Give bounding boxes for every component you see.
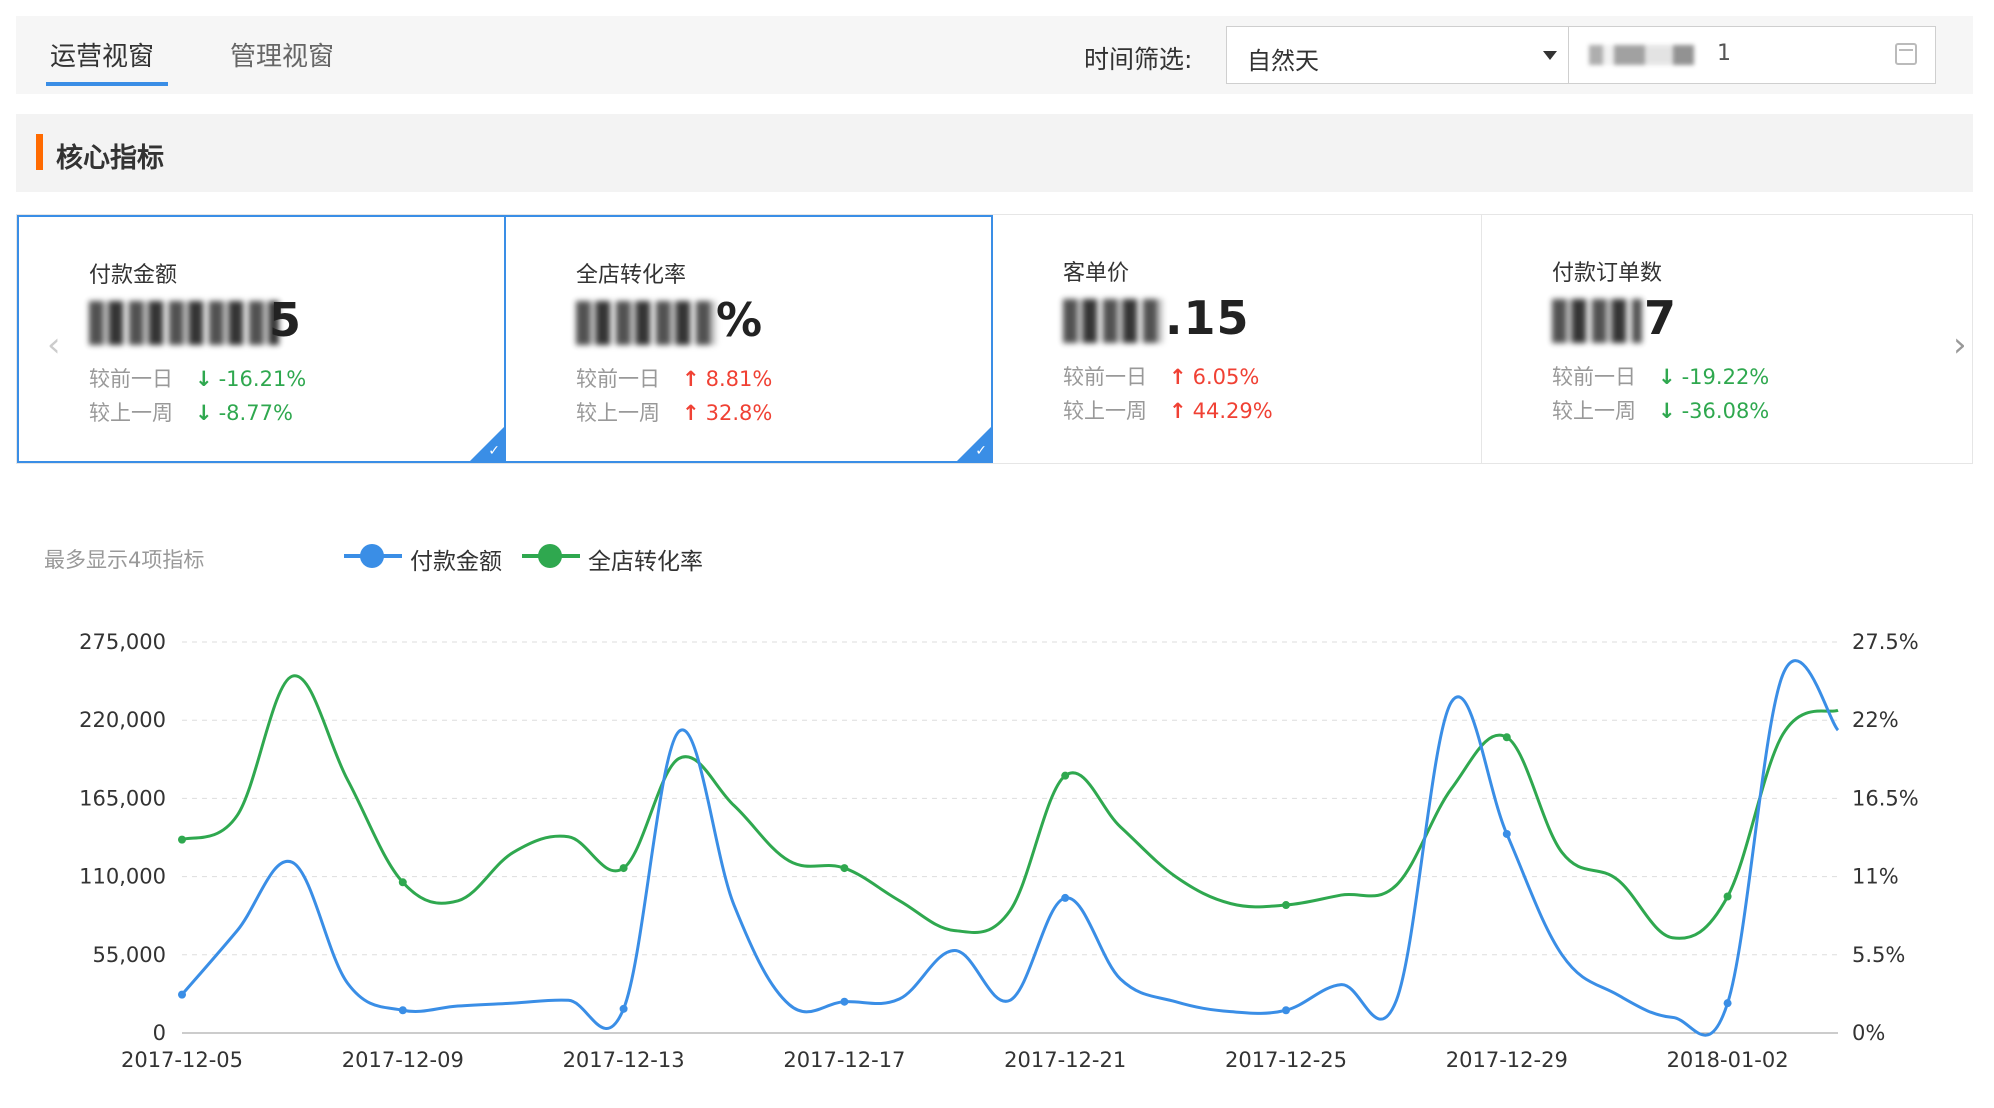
y-left-tick-label: 0 <box>153 1021 166 1045</box>
blurred-metric-value <box>89 301 279 345</box>
x-tick-label: 2017-12-29 <box>1446 1048 1568 1072</box>
data-point <box>619 1004 628 1013</box>
compare-week-pct: -8.77% <box>218 401 293 425</box>
metric-name: 全店转化率 <box>576 263 687 288</box>
arrow-down-icon: ↓ <box>195 367 213 391</box>
data-point <box>398 1006 407 1015</box>
x-tick-label: 2017-12-25 <box>1225 1048 1347 1072</box>
compare-day-pct: -16.21% <box>218 367 307 391</box>
compare-day-label: 较前一日 <box>89 367 173 391</box>
compare-day-row: 较前一日 ↓ -16.21% <box>89 363 306 393</box>
x-tick-label: 2017-12-13 <box>563 1048 685 1072</box>
compare-week-label: 较上一周 <box>89 401 173 425</box>
data-point <box>178 835 186 844</box>
x-tick-label: 2017-12-17 <box>783 1048 905 1072</box>
blurred-metric-value <box>576 301 716 345</box>
metric-card-conversion-rate[interactable]: 全店转化率 % 较前一日 ↑ 8.81% 较上一周 ↑ 32.8% ✓ <box>504 215 993 463</box>
x-tick-label: 2017-12-09 <box>342 1048 464 1072</box>
metric-value-suffix: % <box>716 293 764 347</box>
y-left-tick-label: 220,000 <box>79 708 166 732</box>
checkmark-icon: ✓ <box>488 443 500 459</box>
data-point <box>1502 733 1511 742</box>
x-tick-label: 2017-12-21 <box>1004 1048 1126 1072</box>
x-tick-label: 2018-01-02 <box>1667 1048 1789 1072</box>
data-point <box>398 878 407 887</box>
series-line <box>181 674 1839 940</box>
compare-week-pct: 32.8% <box>705 401 773 425</box>
y-right-tick-label: 11% <box>1852 865 1899 889</box>
y-left-tick-label: 110,000 <box>79 865 166 889</box>
data-point <box>1282 901 1290 910</box>
y-right-tick-label: 0% <box>1852 1021 1885 1045</box>
compare-day-label: 较前一日 <box>576 367 660 391</box>
data-point <box>1723 892 1732 901</box>
metric-name: 付款金额 <box>89 263 178 288</box>
data-point <box>1061 893 1070 902</box>
y-right-tick-label: 22% <box>1852 708 1899 732</box>
data-point <box>1723 999 1732 1008</box>
y-left-tick-label: 165,000 <box>79 786 166 810</box>
data-point <box>1502 829 1511 838</box>
arrow-up-icon: ↑ <box>682 401 700 425</box>
arrow-up-icon: ↑ <box>682 367 700 391</box>
series-line <box>180 659 1840 1037</box>
y-left-tick-label: 55,000 <box>93 943 166 967</box>
metric-value-suffix: 5 <box>269 293 303 347</box>
checkmark-icon: ✓ <box>975 443 987 459</box>
compare-day-row: 较前一日 ↑ 8.81% <box>576 363 772 393</box>
compare-week-label: 较上一周 <box>576 401 660 425</box>
metric-card-payment-amount[interactable]: 付款金额 5 较前一日 ↓ -16.21% 较上一周 ↓ -8.77% ✓ <box>17 215 506 463</box>
compare-week-row: 较上一周 ↓ -8.77% <box>89 397 293 427</box>
y-right-tick-label: 27.5% <box>1852 630 1919 654</box>
arrow-down-icon: ↓ <box>195 401 213 425</box>
data-point <box>178 990 186 999</box>
compare-week-row: 较上一周 ↑ 32.8% <box>576 397 772 427</box>
line-chart: 0 0% 55,000 5.5% 110,000 11% 165,000 16.5% 220,0… <box>79 630 1919 1072</box>
data-point <box>840 997 849 1006</box>
data-point <box>619 864 628 873</box>
y-left-tick-label: 275,000 <box>79 630 166 654</box>
data-point <box>840 864 849 873</box>
data-point <box>1282 1006 1290 1015</box>
y-right-tick-label: 16.5% <box>1852 786 1919 810</box>
y-right-tick-label: 5.5% <box>1852 943 1905 967</box>
compare-day-pct: 8.81% <box>705 367 773 391</box>
data-point <box>1061 771 1070 780</box>
x-tick-label: 2017-12-05 <box>121 1048 243 1072</box>
